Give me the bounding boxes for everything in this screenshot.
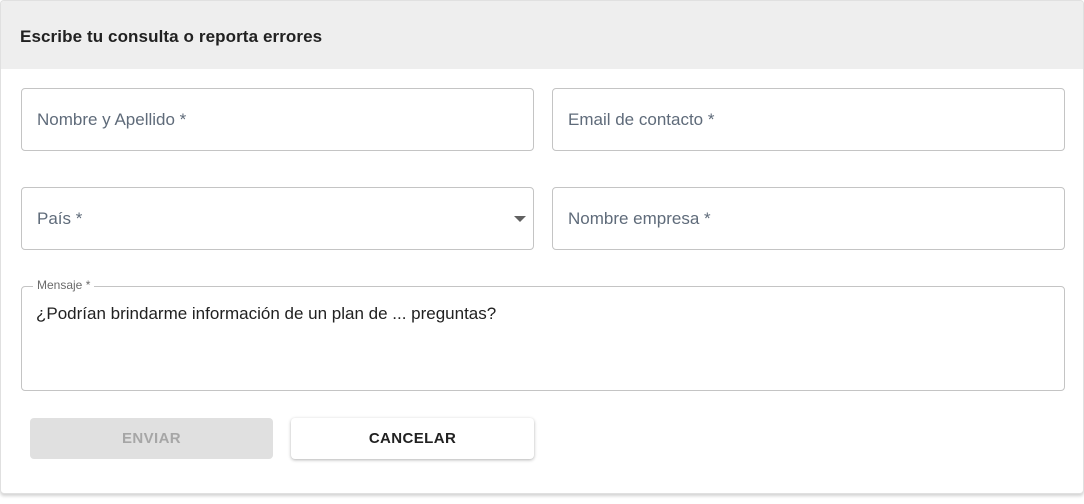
message-value: ¿Podrían brindarme información de un pla… [36, 304, 497, 323]
country-placeholder: País * [37, 208, 83, 228]
send-button[interactable]: ENVIAR [30, 418, 273, 459]
message-label: Mensaje * [33, 278, 95, 292]
message-textarea[interactable]: Mensaje * ¿Podrían brindarme información… [21, 278, 1065, 391]
contact-form-card: Escribe tu consulta o reporta errores No… [0, 0, 1084, 494]
company-placeholder: Nombre empresa * [568, 208, 711, 228]
company-field[interactable]: Nombre empresa * [552, 187, 1065, 250]
card-header: Escribe tu consulta o reporta errores [1, 1, 1083, 69]
caret-down-icon [514, 215, 526, 222]
cancel-button[interactable]: CANCELAR [291, 418, 534, 459]
country-select[interactable]: País * [21, 187, 534, 250]
email-field[interactable]: Email de contacto * [552, 88, 1065, 151]
email-placeholder: Email de contacto * [568, 109, 715, 129]
name-field[interactable]: Nombre y Apellido * [21, 88, 534, 151]
form-title: Escribe tu consulta o reporta errores [20, 27, 323, 46]
name-placeholder: Nombre y Apellido * [37, 109, 187, 129]
